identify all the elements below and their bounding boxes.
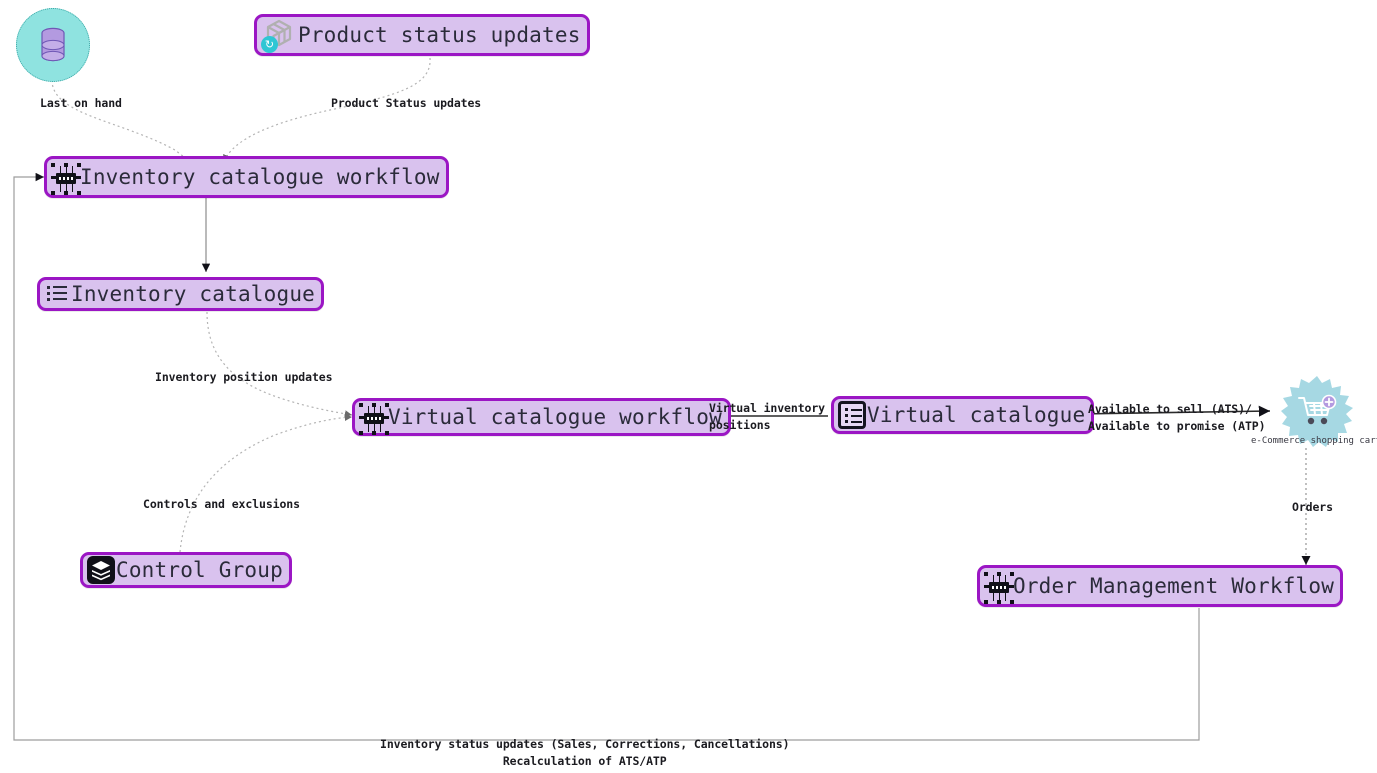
label-last-on-hand: Last on hand bbox=[40, 96, 122, 110]
chip-icon bbox=[359, 403, 389, 435]
label-line-1: Virtual inventory bbox=[709, 401, 826, 415]
label-inventory-status-updates: Inventory status updates (Sales, Correct… bbox=[380, 736, 790, 769]
node-label: Product status updates bbox=[298, 22, 581, 47]
label-line-2: Available to promise (ATP) bbox=[1088, 418, 1266, 433]
label-line-2: Recalculation of ATS/ATP bbox=[502, 753, 667, 768]
boxed-list-icon bbox=[838, 401, 866, 429]
label-ats-atp: Available to sell (ATS)/ Available to pro… bbox=[1088, 401, 1266, 434]
label-line-2: positions bbox=[709, 417, 771, 432]
layers-icon bbox=[87, 556, 115, 584]
node-inventory-catalogue-workflow[interactable]: Inventory catalogue workflow bbox=[44, 156, 449, 198]
edge-layer bbox=[13, 57, 1311, 741]
sync-badge-icon: ↻ bbox=[261, 36, 278, 53]
label-ecommerce-cart-caption: e-Commerce shopping cart bbox=[1251, 436, 1377, 446]
node-virtual-catalogue-workflow[interactable]: Virtual catalogue workflow bbox=[352, 398, 731, 436]
package-sync-icon: ↻ bbox=[261, 17, 297, 53]
chip-icon bbox=[51, 163, 81, 195]
label-line-1: Inventory status updates (Sales, Correct… bbox=[380, 737, 790, 751]
list-icon bbox=[46, 283, 70, 305]
edge-last-on-hand bbox=[51, 79, 198, 168]
edge-inventory-status-updates bbox=[13, 172, 1200, 741]
label-product-status-updates: Product Status updates bbox=[331, 96, 482, 110]
label-controls-and-exclusions: Controls and exclusions bbox=[143, 497, 300, 511]
node-control-group[interactable]: Control Group bbox=[80, 552, 292, 588]
node-label: Virtual catalogue bbox=[867, 402, 1086, 427]
node-label: Inventory catalogue workflow bbox=[80, 164, 440, 189]
node-order-management-workflow[interactable]: Order Management Workflow bbox=[977, 565, 1344, 607]
label-inventory-position-updates: Inventory position updates bbox=[155, 370, 333, 384]
node-source-database[interactable] bbox=[16, 8, 90, 82]
edge-controls-and-exclusions bbox=[179, 413, 353, 553]
node-virtual-catalogue[interactable]: Virtual catalogue bbox=[831, 396, 1095, 434]
node-label: Inventory catalogue bbox=[71, 281, 316, 306]
node-label: Order Management Workflow bbox=[1013, 573, 1335, 598]
node-product-status-updates[interactable]: ↻ Product status updates bbox=[254, 14, 590, 56]
edge-inventory-position-updates bbox=[206, 311, 353, 418]
database-icon bbox=[36, 25, 70, 65]
node-inventory-catalogue[interactable]: Inventory catalogue bbox=[37, 277, 325, 311]
label-line-1: Available to sell (ATS)/ bbox=[1088, 402, 1252, 416]
chip-icon bbox=[984, 572, 1014, 604]
label-virtual-inventory-positions: Virtual inventory positions bbox=[709, 400, 825, 433]
shopping-cart-icon bbox=[1298, 394, 1337, 425]
diagram-canvas: ↻ Product status updates Inventory catal… bbox=[0, 0, 1377, 773]
node-label: Control Group bbox=[116, 557, 283, 582]
label-orders: Orders bbox=[1292, 500, 1333, 514]
node-label: Virtual catalogue workflow bbox=[388, 404, 722, 429]
